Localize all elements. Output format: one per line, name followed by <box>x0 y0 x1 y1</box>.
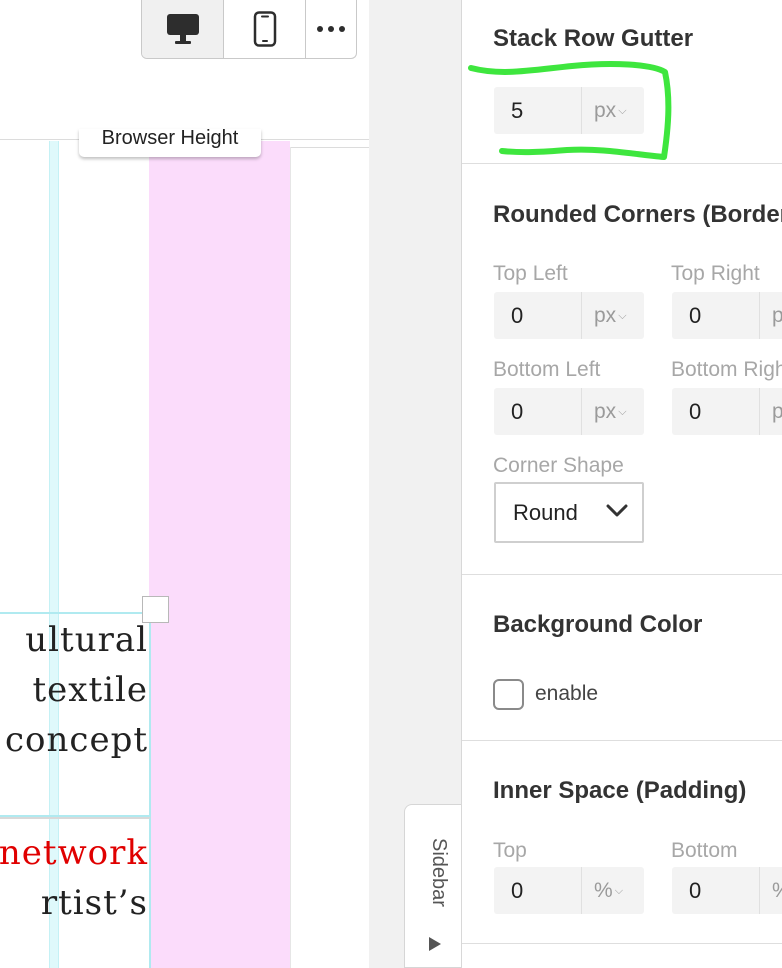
canvas-toolbar <box>0 0 369 140</box>
padding-section: Inner Space (Padding) Top 0 % ⌵ Bottom 0 … <box>462 741 782 944</box>
sidebar-tab-label: Sidebar <box>428 838 450 907</box>
more-options-button[interactable] <box>306 0 356 58</box>
editor-canvas[interactable]: Browser Height ultural textile concept n… <box>0 0 369 968</box>
chevron-down-icon: ⌵ <box>614 885 624 897</box>
padding-top-unit-select[interactable]: % ⌵ <box>582 867 644 914</box>
top-left-unit-select[interactable]: px ⌵ <box>582 292 644 339</box>
top-left-input[interactable]: 0 px ⌵ <box>494 292 644 339</box>
text-block[interactable]: network rtist’s <box>0 817 151 968</box>
bottom-right-unit-select[interactable]: px⌵ <box>760 388 782 435</box>
padding-top-label: Top <box>493 839 527 862</box>
padding-top-value[interactable]: 0 <box>494 867 582 914</box>
bottom-right-input[interactable]: 0 px⌵ <box>672 388 782 435</box>
bottom-left-value[interactable]: 0 <box>494 388 582 435</box>
section-title: Background Color <box>493 611 703 638</box>
resize-handle[interactable] <box>142 596 169 623</box>
browser-height-tooltip: Browser Height <box>79 129 261 157</box>
desktop-icon <box>166 14 199 44</box>
text-line-link[interactable]: network <box>0 833 148 873</box>
padding-bottom-value[interactable]: 0 <box>672 867 760 914</box>
bottom-left-label: Bottom Left <box>493 358 601 381</box>
column-divider <box>290 147 291 968</box>
top-right-input[interactable]: 0 px⌵ <box>672 292 782 339</box>
highlight-annotation <box>468 61 672 160</box>
bottom-right-label: Bottom Right <box>671 358 782 381</box>
section-title: Rounded Corners (Border Radius) <box>493 201 782 228</box>
corner-shape-value: Round <box>513 500 578 525</box>
top-left-value[interactable]: 0 <box>494 292 582 339</box>
padding-bottom-label: Bottom <box>671 839 738 862</box>
text-line: ultural <box>25 620 148 660</box>
section-title: Inner Space (Padding) <box>493 777 747 804</box>
bottom-left-input[interactable]: 0 px ⌵ <box>494 388 644 435</box>
text-line: concept <box>5 720 148 760</box>
page-preview[interactable]: Browser Height ultural textile concept n… <box>0 129 369 968</box>
desktop-view-button[interactable] <box>142 0 224 58</box>
top-right-label: Top Right <box>671 262 760 285</box>
view-switcher <box>141 0 357 59</box>
text-line: rtist’s <box>40 883 148 923</box>
row-divider <box>290 147 369 148</box>
text-line: textile <box>32 670 148 710</box>
chevron-down-icon <box>606 504 628 517</box>
mobile-icon <box>253 11 276 47</box>
background-enable-checkbox[interactable] <box>493 679 524 710</box>
padding-bottom-input[interactable]: 0 %⌵ <box>672 867 782 914</box>
text-block[interactable]: ultural textile concept <box>0 612 151 817</box>
chevron-down-icon: ⌵ <box>618 310 627 322</box>
corner-shape-label: Corner Shape <box>493 454 624 477</box>
background-color-section: Background Color <box>462 575 782 741</box>
background-enable-label[interactable]: enable <box>535 682 598 706</box>
top-left-label: Top Left <box>493 262 568 285</box>
play-arrow-icon[interactable] <box>428 936 442 952</box>
chevron-down-icon: ⌵ <box>618 406 627 418</box>
bottom-left-unit-select[interactable]: px ⌵ <box>582 388 644 435</box>
corner-shape-select[interactable]: Round <box>494 482 644 543</box>
top-right-value[interactable]: 0 <box>672 292 760 339</box>
padding-bottom-unit-select[interactable]: %⌵ <box>760 867 782 914</box>
settings-panel: Stack Row Gutter 5 px ⌵ Rounded Corners (… <box>461 0 782 968</box>
more-icon <box>317 26 345 32</box>
padding-top-input[interactable]: 0 % ⌵ <box>494 867 644 914</box>
column-guide-pink <box>149 141 290 968</box>
bottom-right-value[interactable]: 0 <box>672 388 760 435</box>
top-right-unit-select[interactable]: px⌵ <box>760 292 782 339</box>
mobile-view-button[interactable] <box>224 0 306 58</box>
